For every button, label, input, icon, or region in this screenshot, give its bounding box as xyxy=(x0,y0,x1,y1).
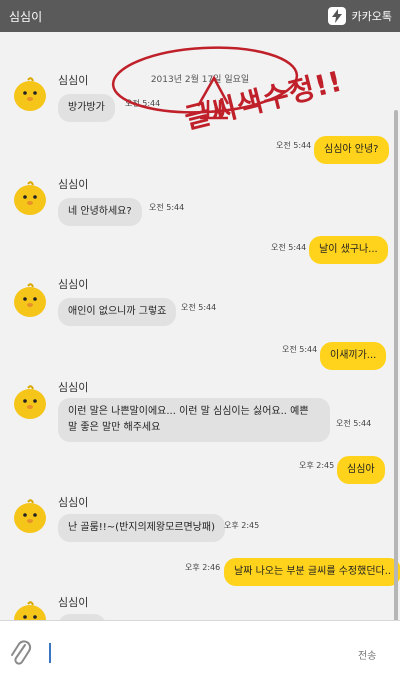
avatar[interactable] xyxy=(10,280,50,320)
sender-name: 심심이 xyxy=(58,178,89,191)
message-time: 오후 2:45 xyxy=(224,521,260,530)
message-bubble[interactable]: 애인이 없으니까 그렇죠 xyxy=(58,298,177,326)
message-bubble[interactable]: 이새끼가... xyxy=(320,342,387,370)
avatar[interactable] xyxy=(10,178,50,218)
title-bar: 심심이 카카오톡 xyxy=(0,0,400,32)
message-time: 오전 5:44 xyxy=(282,345,318,354)
brand-label: 카카오톡 xyxy=(351,10,392,23)
chat-title: 심심이 xyxy=(9,9,43,24)
message-time: 오후 2:46 xyxy=(185,563,221,572)
message-time: 오전 5:44 xyxy=(276,141,312,150)
message-time: 오전 5:44 xyxy=(125,99,161,108)
paperclip-icon[interactable] xyxy=(10,639,32,669)
message-time: 오전 5:44 xyxy=(149,203,185,212)
sender-name: 심심이 xyxy=(58,74,89,87)
message-input[interactable] xyxy=(49,643,51,663)
message-time: 오전 5:44 xyxy=(181,303,217,312)
sender-name: 심심이 xyxy=(58,278,89,291)
input-bar: 전송 xyxy=(0,620,400,684)
send-button[interactable]: 전송 xyxy=(358,647,376,662)
message-bubble[interactable]: 이런 말은 나쁜말이에요... 이런 말 심심이는 싫어요.. 예쁜 말 좋은 … xyxy=(58,398,330,442)
avatar[interactable] xyxy=(10,598,50,620)
message-bubble[interactable]: 심심아 xyxy=(337,456,385,484)
message-time: 오후 2:45 xyxy=(299,461,335,470)
message-bubble[interactable]: 날짜 나오는 부분 글씨를 수정했던다.. xyxy=(224,558,400,586)
avatar[interactable] xyxy=(10,382,50,422)
sender-name: 심심이 xyxy=(58,496,89,509)
message-time: 오전 5:44 xyxy=(271,243,307,252)
message-bubble[interactable]: 날이 샜구나... xyxy=(309,236,388,264)
sender-name: 심심이 xyxy=(58,381,89,394)
message-bubble[interactable]: 심심아 안녕? xyxy=(314,136,389,164)
message-time: 오전 5:44 xyxy=(336,419,372,428)
kakao-lightning-icon xyxy=(327,7,346,25)
message-bubble[interactable]: 난 골룸!!~(반지의제왕모르면낭패) xyxy=(58,514,225,542)
sender-name: 심심이 xyxy=(58,596,89,609)
scrollbar[interactable] xyxy=(394,110,398,620)
avatar[interactable] xyxy=(10,74,50,114)
message-bubble[interactable]: 네 안녕하세요? xyxy=(58,198,142,226)
brand: 카카오톡 xyxy=(327,7,392,25)
message-bubble[interactable]: 방가방가 xyxy=(58,94,115,122)
avatar[interactable] xyxy=(10,496,50,536)
